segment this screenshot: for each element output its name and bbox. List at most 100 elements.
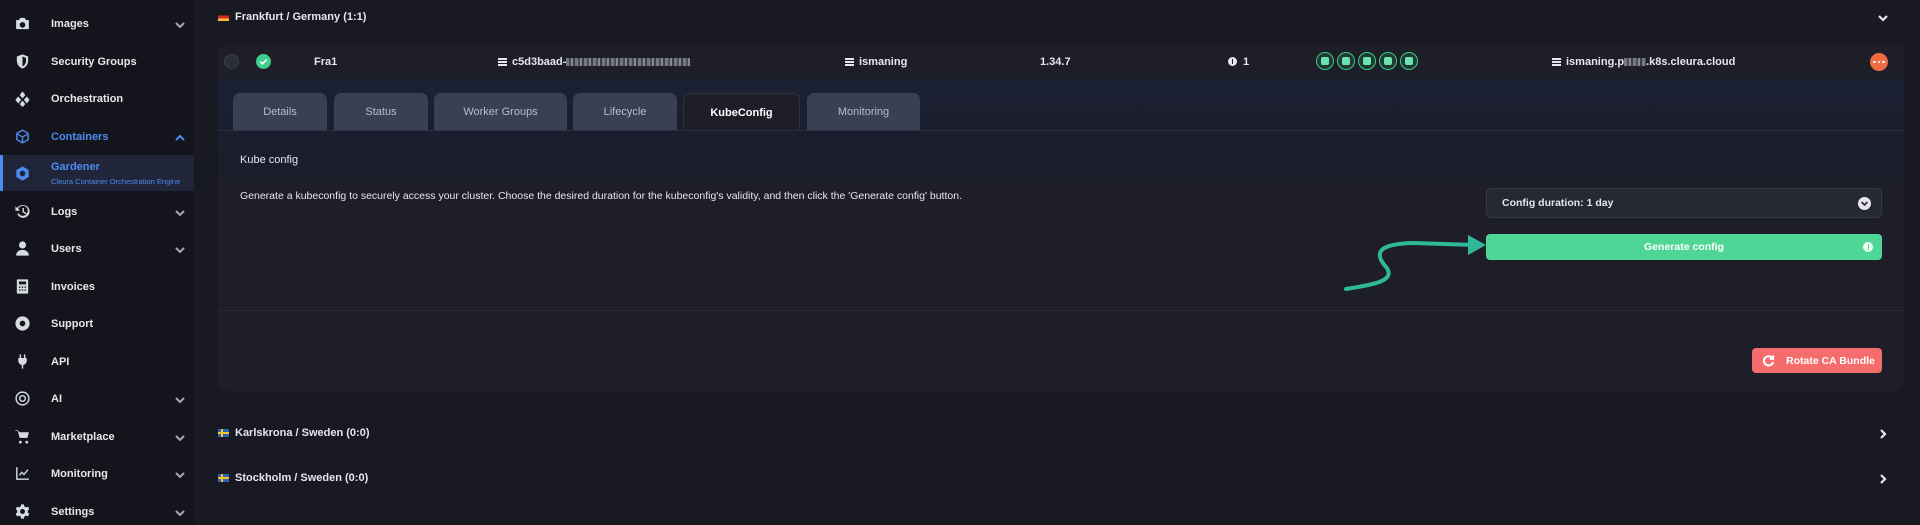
cluster-panel: Fra1 c5d3baad- ismaning 1.34.7 1 ismanin… [218,44,1904,391]
refresh-icon [1762,354,1775,367]
chevron-down-icon [174,243,186,255]
sidebar-item-gardener[interactable]: Gardener Cleura Container Orchestration … [0,155,194,191]
list-icon [845,58,854,66]
cluster-nodes: 1 [1228,56,1249,68]
list-icon [498,58,507,66]
region-header-stockholm[interactable]: Stockholm / Sweden (0:0) [218,463,1894,493]
addon-gauge-icon [1337,52,1355,70]
redacted-text [1624,58,1647,66]
sidebar-item-images[interactable]: Images [0,5,194,42]
tab-kubeconfig[interactable]: KubeConfig [683,93,800,131]
config-duration-value: Config duration: 1 day [1502,197,1614,209]
sidebar-item-label: Logs [51,205,78,218]
sidebar-item-label: Images [51,17,89,30]
chevron-down-icon [174,506,186,518]
sidebar-item-sublabel: Cleura Container Orchestration Engine [51,177,181,186]
addon-icons [1316,52,1418,70]
generate-config-label: Generate config [1644,241,1724,253]
sidebar-item-label: AI [51,392,62,405]
sidebar-item-label: Settings [51,505,95,518]
sidebar-item-logs[interactable]: Logs [0,193,194,230]
cluster-id-prefix: c5d3baad- [512,56,567,68]
rotate-ca-bundle-button[interactable]: Rotate CA Bundle [1752,348,1882,373]
annotation-arrow [1344,235,1486,291]
cluster-version: 1.34.7 [1040,56,1071,68]
chevron-down-icon [174,18,186,30]
user-icon [13,240,31,258]
sidebar-item-label: Containers [51,130,109,143]
section-divider [218,310,1904,311]
sidebar-item-ai[interactable]: AI [0,380,194,417]
config-duration-select[interactable]: Config duration: 1 day [1486,188,1882,218]
lifebuoy-icon [13,315,31,333]
sidebar: Images Security Groups Orchestration Con… [0,0,194,525]
sidebar-item-label: Orchestration [51,92,124,105]
addon-share-icon [1400,52,1418,70]
sidebar-item-label: Security Groups [51,55,137,68]
sidebar-item-support[interactable]: Support [0,305,194,342]
camera-icon [13,15,31,33]
addon-database-icon [1316,52,1334,70]
tab-status[interactable]: Status [334,93,428,130]
sidebar-item-label: Gardener [51,161,100,173]
region-header-karlskrona[interactable]: Karlskrona / Sweden (0:0) [218,418,1894,448]
history-icon [13,203,31,221]
gear-hex-icon [13,164,31,182]
chevron-down-icon [174,393,186,405]
sidebar-item-security-groups[interactable]: Security Groups [0,43,194,80]
addon-network-icon [1358,52,1376,70]
info-icon [1228,57,1237,66]
tabs-bar: Details Status Worker Groups Lifecycle K… [218,79,1904,179]
sidebar-item-label: Invoices [51,280,96,293]
chart-icon [13,465,31,483]
kubeconfig-title: Kube config [240,154,299,166]
sidebar-item-label: Support [51,317,94,330]
chevron-down-icon [174,431,186,443]
tab-lifecycle[interactable]: Lifecycle [573,93,677,130]
cart-icon [13,428,31,446]
chevron-down-icon [174,468,186,480]
sidebar-item-label: Monitoring [51,467,108,480]
calculator-icon [13,278,31,296]
tab-monitoring[interactable]: Monitoring [807,93,920,130]
sidebar-item-marketplace[interactable]: Marketplace [0,418,194,455]
sidebar-item-settings[interactable]: Settings [0,493,194,525]
chevron-down-icon [174,206,186,218]
cluster-id: c5d3baad- [498,56,691,68]
sidebar-item-containers[interactable]: Containers [0,118,194,155]
region-name: Frankfurt / Germany (1:1) [235,11,367,23]
layers-icon [13,90,31,108]
cluster-domain: ismaning.p .k8s.cleura.cloud [1552,56,1735,68]
sidebar-item-label: Marketplace [51,430,115,443]
kubeconfig-description: Generate a kubeconfig to securely access… [240,190,962,202]
sidebar-item-label: API [51,355,70,368]
region-name: Stockholm / Sweden (0:0) [235,472,369,484]
chevron-right-icon[interactable] [1877,472,1889,484]
list-icon [1552,58,1561,66]
tab-worker-groups[interactable]: Worker Groups [434,93,567,130]
sweden-flag-icon [218,474,229,482]
more-options-button[interactable] [1870,53,1888,71]
sidebar-item-invoices[interactable]: Invoices [0,268,194,305]
sidebar-item-users[interactable]: Users [0,230,194,267]
check-circle-icon [256,54,271,69]
ai-icon [13,390,31,408]
cube-icon [13,128,31,146]
sidebar-item-orchestration[interactable]: Orchestration [0,80,194,117]
chevron-down-icon[interactable] [1877,11,1889,23]
addon-tree-icon [1379,52,1397,70]
chevron-right-icon[interactable] [1877,427,1889,439]
sidebar-item-api[interactable]: API [0,343,194,380]
redacted-text [566,58,691,66]
cluster-select-radio[interactable] [224,54,239,69]
sidebar-item-label: Users [51,242,82,255]
tab-divider [218,130,1904,131]
region-name: Karlskrona / Sweden (0:0) [235,427,370,439]
cluster-row[interactable]: Fra1 c5d3baad- ismaning 1.34.7 1 ismanin… [218,44,1904,78]
tab-details[interactable]: Details [233,93,327,130]
sidebar-item-monitoring[interactable]: Monitoring [0,455,194,492]
generate-config-button[interactable]: Generate config [1486,234,1882,260]
region-header-frankfurt[interactable]: Frankfurt / Germany (1:1) [218,2,1894,32]
cluster-project: ismaning [845,56,907,68]
chevron-down-icon [1858,197,1871,210]
